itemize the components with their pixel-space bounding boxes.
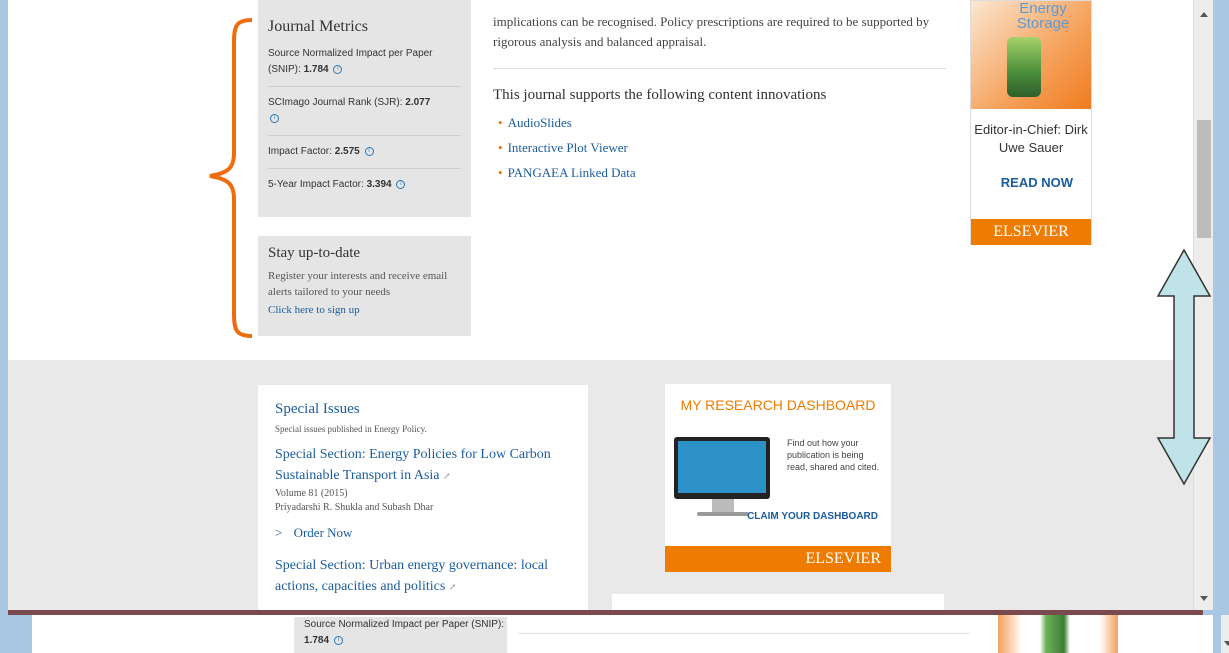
battery-graphic-icon — [1007, 37, 1041, 97]
innovations-list: AudioSlides Interactive Plot Viewer PANG… — [498, 110, 636, 185]
scroll-thumb[interactable] — [1197, 120, 1211, 238]
energy-storage-ad[interactable]: Energy Storage Editor-in-Chief: Dirk Uwe… — [970, 0, 1092, 245]
snip-label: Source Normalized Impact per Paper (SNIP… — [268, 48, 433, 75]
snip-value: 1.784 — [303, 64, 329, 75]
info-icon[interactable]: i — [333, 65, 343, 74]
content-card — [612, 594, 944, 610]
sign-up-link[interactable]: Click here to sign up — [268, 304, 360, 316]
editor-in-chief-text: Editor-in-Chief: Dirk Uwe Sauer — [974, 122, 1088, 155]
snip-label: Source Normalized Impact per Paper (SNIP… — [304, 619, 505, 630]
info-icon[interactable]: i — [270, 114, 279, 123]
info-icon[interactable]: i — [396, 180, 406, 189]
lower-band — [8, 360, 1193, 610]
impact-factor-label: Impact Factor: — [268, 146, 332, 157]
external-link-icon: ↗ — [443, 471, 451, 481]
special-section-link[interactable]: Special Section: Energy Policies for Low… — [275, 444, 571, 487]
vertical-scrollbar[interactable] — [1221, 615, 1229, 653]
sjr-label: SCImago Journal Rank (SJR): — [268, 97, 403, 108]
snip-metric: Source Normalized Impact per Paper (SNIP… — [294, 617, 507, 653]
journal-description-text: implications can be recognised. Policy p… — [493, 14, 930, 49]
info-icon[interactable]: i — [364, 147, 374, 156]
sjr-value: 2.077 — [405, 97, 431, 108]
double-arrow-annotation — [1156, 248, 1212, 486]
read-now-link[interactable]: READ NOW — [971, 176, 1073, 190]
special-issues-panel: Special Issues Special issues published … — [258, 385, 588, 610]
order-now-link[interactable]: > Order Now — [275, 525, 571, 541]
stay-up-to-date-panel: Stay up-to-date Register your interests … — [258, 236, 471, 336]
browser-viewport: Journal Metrics Source Normalized Impact… — [8, 0, 1213, 610]
scroll-down-icon[interactable] — [1200, 596, 1208, 601]
section-divider — [519, 633, 969, 634]
lower-screenshot-panel: Source Normalized Impact per Paper (SNIP… — [32, 615, 1229, 653]
five-year-impact-label: 5-Year Impact Factor: — [268, 179, 364, 190]
special-section-link[interactable]: Special Section: Urban energy governance… — [275, 555, 571, 598]
scroll-down-icon[interactable] — [1224, 641, 1229, 646]
elsevier-logo: ELSEVIER — [665, 546, 891, 572]
monitor-icon — [674, 437, 770, 499]
special-section-title[interactable]: Special Section: Urban energy governance… — [275, 558, 548, 594]
journal-metrics-title: Journal Metrics — [268, 18, 368, 35]
innovation-pangaea-link[interactable]: PANGAEA Linked Data — [498, 160, 636, 185]
section-divider — [493, 68, 946, 69]
snip-metric: Source Normalized Impact per Paper (SNIP… — [268, 46, 461, 87]
orange-brace-annotation — [209, 18, 253, 338]
elsevier-logo: ELSEVIER — [971, 219, 1091, 245]
innovation-audioslides-link[interactable]: AudioSlides — [498, 110, 636, 135]
energy-storage-title: Energy Storage — [1016, 0, 1070, 32]
impact-factor-value: 2.575 — [334, 146, 360, 157]
five-year-impact-metric: 5-Year Impact Factor: 3.394 i — [268, 177, 461, 201]
stay-description: Register your interests and receive emai… — [268, 270, 448, 298]
stay-title: Stay up-to-date — [268, 245, 361, 261]
energy-storage-cover-thumb — [998, 615, 1118, 653]
sjr-metric: SCImago Journal Rank (SJR): 2.077 i — [268, 95, 461, 136]
claim-dashboard-link[interactable]: CLAIM YOUR DASHBOARD — [665, 510, 878, 524]
scroll-up-icon[interactable] — [1200, 12, 1208, 17]
special-issues-subtitle: Special issues published in Energy Polic… — [275, 424, 427, 434]
chevron-right-icon: > — [275, 525, 283, 540]
dashboard-description: Find out how your publication is being r… — [787, 438, 880, 472]
energy-storage-cover: Energy Storage — [971, 1, 1091, 109]
innovations-title: This journal supports the following cont… — [493, 87, 827, 103]
special-section-title[interactable]: Special Section: Energy Policies for Low… — [275, 447, 551, 483]
impact-factor-metric: Impact Factor: 2.575 i — [268, 144, 461, 169]
info-icon[interactable]: i — [333, 636, 343, 645]
five-year-impact-value: 3.394 — [366, 179, 392, 190]
special-section-authors: Priyadarshi R. Shukla and Subash Dhar — [275, 502, 434, 513]
innovation-plot-viewer-link[interactable]: Interactive Plot Viewer — [498, 135, 636, 160]
external-link-icon: ↗ — [448, 582, 457, 592]
dashboard-title: MY RESEARCH DASHBOARD — [680, 397, 876, 413]
snip-value: 1.784 — [304, 635, 330, 646]
special-section-volume: Volume 81 (2015) — [275, 488, 348, 499]
journal-metrics-panel: Journal Metrics Source Normalized Impact… — [258, 0, 471, 217]
special-issues-title[interactable]: Special Issues — [275, 401, 571, 418]
order-now-label[interactable]: Order Now — [294, 525, 353, 540]
research-dashboard-ad[interactable]: MY RESEARCH DASHBOARD Find out how your … — [665, 384, 891, 572]
